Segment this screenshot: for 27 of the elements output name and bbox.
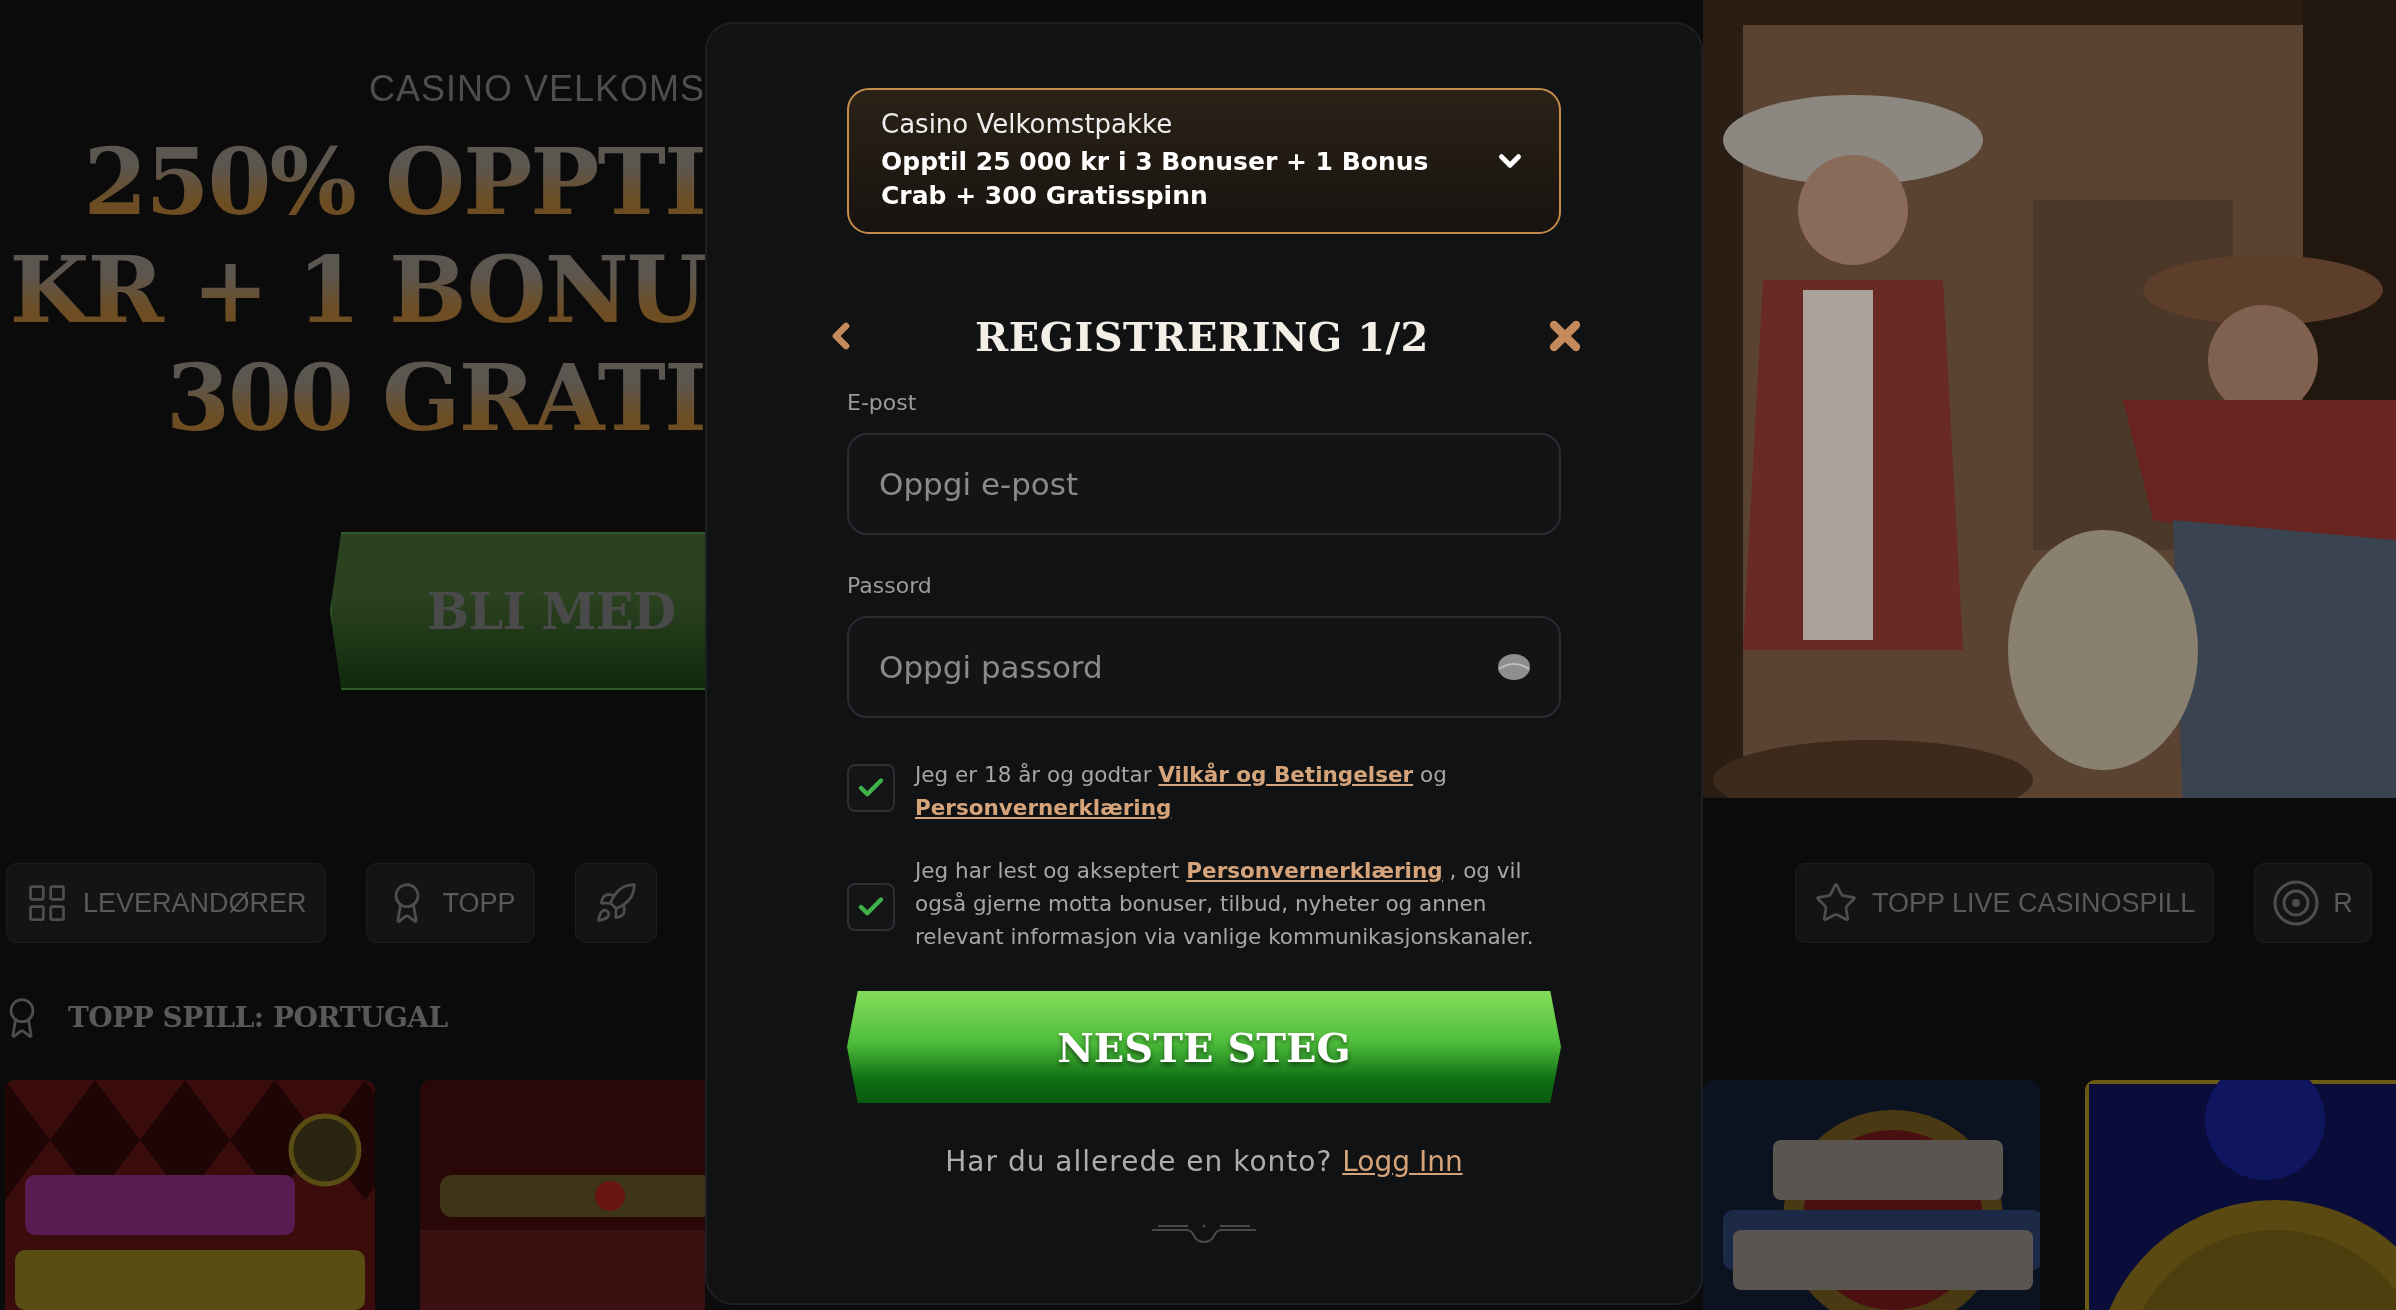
password-field[interactable]: Oppgi passord (847, 616, 1561, 718)
link[interactable]: Personvernerklæring (1186, 858, 1443, 883)
category-tab[interactable]: TOPP LIVE CASINOSPILL (1795, 862, 2215, 944)
bonus-title: Casino Velkomstpakke (881, 109, 1174, 139)
field-label: Passord (847, 573, 933, 598)
link[interactable]: Vilkår og Betingelser (1158, 762, 1414, 787)
category-tab[interactable]: TOPP (365, 863, 535, 944)
dialog-title: REGISTRERING 1/2 (975, 312, 1429, 360)
bonus-offer: Opptil 25 000 kr i 3 Bonuser + 1 Bonus Crab + 300 Gratisspinn (881, 146, 1430, 212)
field-label: E-post (847, 390, 918, 415)
next-step-button[interactable]: NESTE STEG (847, 991, 1561, 1103)
consent-text: Jeg er 18 år og godtar Vilkår og Betingelser og Personvernerklæring (915, 761, 1448, 822)
login-link[interactable]: Logg Inn (1342, 1145, 1463, 1178)
roulette-icon (2273, 880, 2320, 927)
consent-text: Jeg har lest og akseptert Personvernerklæring , og vil også gjerne motta bonuser, tilbud, nyheter og annen relevant informasjon via vanlige kommunikasjonskanaler. (915, 857, 1535, 951)
hero-eyebrow: CASINO VELKOMS (368, 68, 705, 110)
bonus-selector[interactable]: Casino Velkomstpakke Opptil 25 000 kr i 3 Bonuser + 1 Bonus Crab + 300 Gratisspinn (847, 88, 1561, 234)
login-prompt: Har du allerede en konto? (945, 1145, 1333, 1178)
checkbox[interactable] (847, 764, 895, 812)
email-field[interactable]: Oppgi e-post (847, 433, 1561, 535)
ornament-icon (1152, 1222, 1256, 1244)
section-title: TOPP SPILL: PORTUGAL (68, 1001, 448, 1035)
checkbox[interactable] (847, 882, 895, 931)
category-tab[interactable]: R (2254, 862, 2372, 944)
link[interactable]: Personvernerklæring (915, 795, 1172, 820)
eye-icon[interactable] (1497, 653, 1531, 681)
category-tab[interactable]: LEVERANDØRER (6, 863, 326, 944)
